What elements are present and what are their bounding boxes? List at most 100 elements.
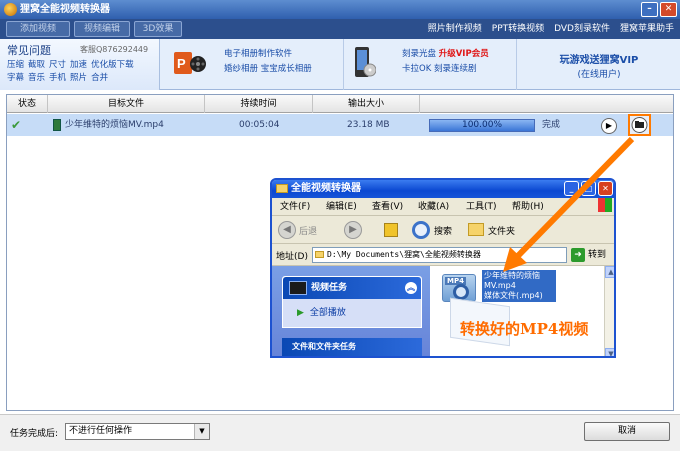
file-name: 少年维特的烦恼MV.mp4	[65, 120, 164, 130]
faq-link[interactable]: 截取	[28, 60, 45, 70]
column-header-output-size[interactable]: 输出大小	[313, 95, 420, 113]
duration-cell: 00:05:04	[239, 120, 280, 130]
add-video-button[interactable]: 添加视频	[6, 21, 70, 37]
burn-ad[interactable]: 刻录光盘 升级VIP会员 卡拉OK 刻录连续剧	[343, 39, 516, 90]
album-ad-text: 电子相册制作软件 婚纱相册 宝宝成长相册	[224, 47, 312, 77]
faq-link[interactable]: 字幕	[7, 73, 24, 83]
cancel-button[interactable]: 取消	[584, 422, 670, 441]
faq-link[interactable]: 音乐	[28, 73, 45, 83]
album-ad[interactable]: P 电子相册制作软件 婚纱相册 宝宝成长相册	[160, 39, 343, 90]
game-vip-ad[interactable]: 玩游戏送狸窝VIP (在线用户)	[516, 39, 680, 90]
back-arrow-icon[interactable]: ◀	[278, 221, 296, 239]
chevron-down-icon[interactable]: ▼	[194, 424, 209, 439]
column-header-status[interactable]: 状态	[7, 95, 48, 113]
window-controls: – ✕	[641, 2, 677, 17]
explorer-window: 全能视频转换器 _ □ ✕ 文件(F) 编辑(E) 查看(V) 收藏(A) 工具…	[270, 178, 616, 358]
menu-edit[interactable]: 编辑(E)	[326, 198, 357, 216]
vip-upgrade-link[interactable]: 升级VIP会员	[439, 49, 489, 59]
faq-title: 常见问题	[7, 44, 51, 57]
3d-effect-button[interactable]: 3D效果	[134, 21, 182, 37]
after-task-value: 不进行任何操作	[69, 426, 133, 436]
address-folder-icon	[315, 251, 324, 258]
explorer-window-controls: _ □ ✕	[564, 181, 613, 196]
check-icon: ✔	[11, 118, 22, 132]
explorer-scrollbar[interactable]: ▲ ▼	[604, 266, 614, 356]
faq-link[interactable]: 尺寸	[49, 60, 66, 70]
mp4-file-icon[interactable]: MP4	[442, 274, 476, 302]
apple-helper-link[interactable]: 狸窝苹果助手	[620, 19, 674, 39]
ad-bar: 常见问题 客服Q876292449 压缩 截取 尺寸 加速 优化版下载 字幕 音乐 手机 照片…	[0, 39, 680, 90]
explorer-maximize-button[interactable]: □	[581, 181, 596, 196]
menu-tools[interactable]: 工具(T)	[466, 198, 497, 216]
menu-view[interactable]: 查看(V)	[372, 198, 403, 216]
dvd-burn-link[interactable]: DVD刻录软件	[554, 19, 610, 39]
footer-bar: 任务完成后: 不进行任何操作 ▼ 取消	[0, 414, 680, 451]
column-header-target-file[interactable]: 目标文件	[48, 95, 205, 113]
burn-ad-text: 刻录光盘 升级VIP会员 卡拉OK 刻录连续剧	[402, 47, 489, 77]
selected-file-label[interactable]: 少年维特的烦恼MV.mp4 媒体文件(.mp4)	[482, 270, 556, 302]
album-ad-line: 电子相册制作软件	[224, 49, 293, 59]
collapse-chevron-icon[interactable]: ︽	[405, 282, 417, 294]
support-qq: 客服Q876292449	[80, 45, 149, 54]
address-bar: 地址(D) D:\My Documents\狸窝\全能视频转换器 ➜ 转到	[272, 244, 614, 266]
video-edit-button[interactable]: 视频编辑	[74, 21, 130, 37]
open-folder-button[interactable]	[628, 114, 651, 136]
video-file-icon	[53, 118, 61, 131]
phone-dvd-icon	[355, 47, 376, 77]
explorer-menu-bar: 文件(F) 编辑(E) 查看(V) 收藏(A) 工具(T) 帮助(H)	[272, 198, 614, 216]
video-tasks-title: 视频任务	[311, 283, 348, 293]
go-label: 转到	[588, 250, 607, 260]
table-header: 状态 目标文件 持续时间 输出大小	[7, 95, 673, 113]
column-header-duration[interactable]: 持续时间	[205, 95, 313, 113]
photo-to-video-link[interactable]: 照片制作视频	[428, 19, 482, 39]
toolbar: 添加视频 视频编辑 3D效果 照片制作视频 PPT转换视频 DVD刻录软件 狸窝…	[0, 19, 680, 39]
explorer-minimize-button[interactable]: _	[564, 181, 579, 196]
forward-arrow-icon[interactable]: ▶	[344, 221, 362, 239]
faq-link[interactable]: 加速	[70, 60, 87, 70]
minimize-button[interactable]: –	[641, 2, 658, 17]
address-input[interactable]: D:\My Documents\狸窝\全能视频转换器	[312, 247, 567, 263]
files-pane: MP4 少年维特的烦恼MV.mp4 媒体文件(.mp4) 转换好的MP4视频	[430, 266, 604, 356]
ppt-film-icon: P	[174, 52, 206, 74]
ppt-to-video-link[interactable]: PPT转换视频	[492, 19, 544, 39]
faq-link[interactable]: 手机	[49, 73, 66, 83]
folders-icon[interactable]	[468, 223, 484, 236]
up-folder-icon[interactable]	[384, 223, 398, 237]
go-arrow-icon: ➜	[571, 248, 585, 262]
table-row[interactable]: ✔ 少年维特的烦恼MV.mp4 00:05:04 23.18 MB 100.00…	[7, 114, 673, 136]
svg-text:P: P	[177, 56, 186, 71]
folder-icon	[631, 117, 648, 133]
explorer-close-button[interactable]: ✕	[598, 181, 613, 196]
selected-file-type: 媒体文件(.mp4)	[484, 291, 543, 300]
folders-button[interactable]: 文件夹	[488, 224, 515, 237]
folder-icon	[276, 184, 288, 193]
selected-file-name: 少年维特的烦恼MV.mp4	[484, 271, 540, 290]
burn-ad-line: 卡拉OK 刻录连续剧	[402, 64, 477, 74]
go-button[interactable]: ➜ 转到	[571, 247, 611, 263]
faq-link[interactable]: 优化版下载	[91, 60, 134, 70]
play-button[interactable]: ▶	[601, 118, 617, 134]
close-button[interactable]: ✕	[660, 2, 677, 17]
tasks-pane: 视频任务 ︽ ▶ 全部播放 文件和文件夹任务	[272, 266, 430, 356]
scroll-down-button[interactable]: ▼	[605, 348, 614, 356]
play-all-link[interactable]: ▶ 全部播放	[297, 305, 346, 318]
scroll-up-button[interactable]: ▲	[605, 266, 614, 278]
explorer-body: 视频任务 ︽ ▶ 全部播放 文件和文件夹任务 MP4 少年维特的烦恼MV.mp4 …	[272, 266, 614, 356]
top-links: 照片制作视频 PPT转换视频 DVD刻录软件 狸窝苹果助手	[428, 19, 674, 39]
video-tasks-header[interactable]: 视频任务 ︽	[283, 277, 421, 299]
search-button[interactable]: 搜索	[434, 224, 452, 237]
progress-bar: 100.00%	[429, 119, 535, 132]
back-label[interactable]: 后退	[299, 224, 317, 237]
search-icon[interactable]	[412, 221, 430, 239]
menu-favorites[interactable]: 收藏(A)	[418, 198, 449, 216]
faq-link[interactable]: 压缩	[7, 60, 24, 70]
menu-help[interactable]: 帮助(H)	[512, 198, 544, 216]
faq-link[interactable]: 照片	[70, 73, 87, 83]
burn-ad-line: 刻录光盘	[402, 49, 437, 59]
after-task-select[interactable]: 不进行任何操作 ▼	[65, 423, 210, 440]
play-all-label: 全部播放	[309, 308, 346, 318]
file-folder-tasks-header[interactable]: 文件和文件夹任务	[282, 338, 422, 356]
faq-link[interactable]: 合并	[91, 73, 108, 83]
menu-file[interactable]: 文件(F)	[280, 198, 310, 216]
video-tasks-box: 视频任务 ︽ ▶ 全部播放	[282, 276, 422, 328]
